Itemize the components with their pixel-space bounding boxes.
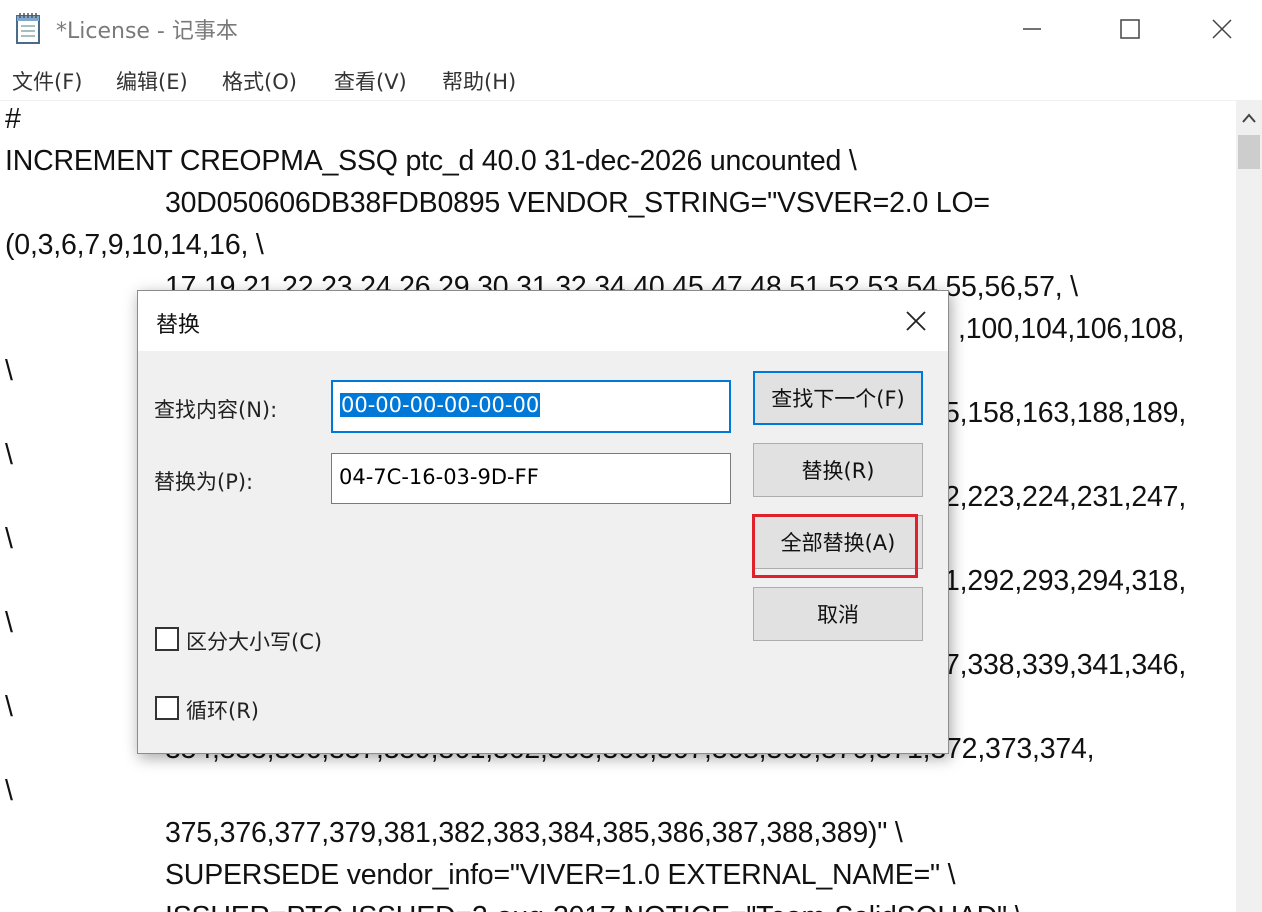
find-next-button[interactable]: 查找下一个(F): [753, 371, 923, 425]
editor-line: 5,158,163,188,189,: [944, 397, 1187, 429]
scroll-up-button[interactable]: [1236, 101, 1262, 135]
editor-line: \: [5, 691, 13, 723]
replace-input[interactable]: 04-7C-16-03-9D-FF: [331, 453, 731, 504]
window-title: *License - 记事本: [56, 19, 238, 44]
dialog-close-button[interactable]: [898, 303, 934, 339]
menu-help[interactable]: 帮助(H): [442, 66, 516, 96]
minimize-button[interactable]: [986, 0, 1078, 58]
minimize-icon: [1023, 28, 1041, 30]
dialog-title: 替换: [156, 313, 201, 338]
editor-line: 30D050606DB38FDB0895 VENDOR_STRING="VSVE…: [165, 187, 990, 219]
scrollbar-thumb[interactable]: [1238, 135, 1260, 169]
close-window-button[interactable]: [1176, 0, 1262, 58]
editor-line: \: [5, 439, 13, 471]
editor-line: 7,338,339,341,346,: [944, 649, 1187, 681]
match-case-label: 区分大小写(C): [186, 630, 323, 654]
wrap-around-label: 循环(R): [186, 699, 259, 723]
editor-line: \: [5, 355, 13, 387]
editor-line: 2,223,224,231,247,: [944, 481, 1187, 513]
cancel-button[interactable]: 取消: [753, 587, 923, 641]
vertical-scrollbar[interactable]: [1236, 101, 1262, 912]
editor-line: \: [5, 607, 13, 639]
find-input[interactable]: 00-00-00-00-00-00: [331, 380, 731, 433]
editor-line: INCREMENT CREOPMA_SSQ ptc_d 40.0 31-dec-…: [5, 145, 857, 177]
editor-line: SUPERSEDE vendor_info="VIVER=1.0 EXTERNA…: [165, 859, 956, 891]
menu-view[interactable]: 查看(V): [334, 66, 407, 96]
editor-line: ,100,104,106,108,: [958, 313, 1185, 345]
replace-label: 替换为(P):: [154, 470, 254, 494]
highlight-annotation: [752, 514, 918, 578]
editor-line: (0,3,6,7,9,10,14,16, \: [5, 229, 264, 261]
menu-edit[interactable]: 编辑(E): [116, 66, 188, 96]
notepad-icon: [14, 11, 44, 45]
match-case-checkbox[interactable]: [155, 627, 179, 651]
editor-line: 375,376,377,379,381,382,383,384,385,386,…: [165, 817, 903, 849]
editor-line: #: [5, 103, 21, 135]
replace-button[interactable]: 替换(R): [753, 443, 923, 497]
menu-format[interactable]: 格式(O): [222, 66, 297, 96]
chevron-up-icon: [1242, 113, 1256, 123]
wrap-around-checkbox[interactable]: [155, 696, 179, 720]
editor-line: 1,292,293,294,318,: [944, 565, 1187, 597]
close-icon: [906, 311, 926, 331]
maximize-icon: [1120, 19, 1140, 39]
editor-line: \: [5, 775, 13, 807]
editor-line: ISSUER=PTC ISSUED=2-aug-2017 NOTICE="Tea…: [165, 901, 1023, 912]
replace-dialog: 替换 查找内容(N): 00-00-00-00-00-00 替换为(P): 04…: [137, 290, 949, 754]
dialog-title-bar: 替换: [138, 291, 948, 351]
find-label: 查找内容(N):: [154, 398, 278, 422]
replace-input-value: 04-7C-16-03-9D-FF: [339, 465, 539, 489]
close-icon: [1212, 19, 1232, 39]
maximize-button[interactable]: [1084, 0, 1176, 58]
menu-file[interactable]: 文件(F): [12, 66, 82, 96]
title-bar: *License - 记事本: [0, 0, 1262, 58]
find-input-value: 00-00-00-00-00-00: [340, 393, 541, 417]
editor-line: \: [5, 523, 13, 555]
menu-bar: 文件(F) 编辑(E) 格式(O) 查看(V) 帮助(H): [0, 58, 1262, 101]
